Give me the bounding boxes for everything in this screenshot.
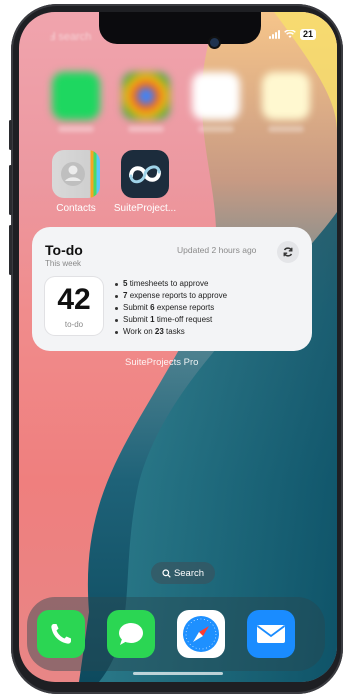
todo-count-label: to-do [64, 320, 84, 329]
blurred-app-icon[interactable] [52, 72, 100, 120]
item-text: timesheets to approve [129, 279, 209, 288]
suiteprojects-app-icon[interactable] [121, 150, 169, 198]
suiteprojects-label: SuiteProject... [113, 203, 177, 214]
item-count: 5 [123, 279, 128, 288]
item-prefix: Submit [123, 303, 148, 312]
widget-caption: SuiteProjects Pro [125, 357, 199, 368]
contacts-label: Contacts [56, 203, 96, 214]
widget-title: To-do [45, 242, 83, 258]
blurred-app-icon[interactable] [122, 72, 170, 120]
home-screen: Ⅎ search 21 Contacts SuiteProject... To-… [19, 12, 337, 682]
list-item[interactable]: 7 expense reports to approve [114, 290, 227, 302]
battery-level: 21 [300, 29, 317, 40]
wifi-icon [284, 30, 296, 38]
mail-icon [256, 625, 286, 643]
suiteprojects-icon [129, 165, 161, 184]
blurred-app-label [198, 126, 234, 132]
list-item[interactable]: Submit 1 time-off request [114, 314, 227, 326]
blurred-app-icon[interactable] [192, 72, 240, 120]
todo-list: 5 timesheets to approve 7 expense report… [114, 278, 227, 338]
item-prefix: Work on [123, 327, 153, 336]
item-text: expense reports to approve [129, 291, 228, 300]
item-text: tasks [166, 327, 185, 336]
mute-switch [9, 120, 12, 150]
phone-icon [51, 624, 71, 644]
contacts-app-icon[interactable] [52, 150, 100, 198]
status-icons: 21 [269, 29, 317, 40]
volume-up-button [9, 165, 12, 215]
blurred-app-label [268, 126, 304, 132]
todo-widget[interactable]: To-do This week Updated 2 hours ago 42 t… [32, 227, 312, 351]
list-item[interactable]: 5 timesheets to approve [114, 278, 227, 290]
item-count: 6 [150, 303, 155, 312]
item-count: 1 [150, 315, 155, 324]
item-prefix: Submit [123, 315, 148, 324]
todo-count-box: 42 to-do [45, 277, 103, 335]
list-item[interactable]: Work on 23 tasks [114, 326, 227, 338]
cellular-signal-icon [269, 30, 280, 39]
todo-count: 42 [57, 283, 91, 316]
list-item[interactable]: Submit 6 expense reports [114, 302, 227, 314]
mail-app-icon[interactable] [247, 610, 295, 658]
status-left-text: Ⅎ search [49, 31, 92, 43]
item-count: 7 [123, 291, 128, 300]
widget-updated-text: Updated 2 hours ago [177, 245, 257, 255]
item-count: 23 [154, 327, 164, 336]
widget-subtitle: This week [45, 259, 82, 268]
notch [99, 12, 261, 44]
blurred-app-label [58, 126, 94, 132]
item-text: time-off request [156, 315, 213, 324]
safari-icon [183, 616, 219, 652]
volume-down-button [9, 225, 12, 275]
search-button[interactable]: Search [151, 562, 215, 584]
refresh-icon [283, 247, 293, 257]
messages-icon [119, 623, 143, 645]
home-indicator[interactable] [133, 672, 223, 675]
search-label: Search [173, 567, 205, 579]
search-icon [162, 568, 171, 578]
messages-app-icon[interactable] [107, 610, 155, 658]
refresh-button[interactable] [277, 241, 299, 263]
item-text: expense reports [156, 303, 215, 312]
front-camera [210, 38, 219, 47]
blurred-app-label [128, 126, 164, 132]
blurred-app-icon[interactable] [262, 72, 310, 120]
phone-app-icon[interactable] [37, 610, 85, 658]
contacts-icon [61, 162, 85, 186]
safari-app-icon[interactable] [177, 610, 225, 658]
